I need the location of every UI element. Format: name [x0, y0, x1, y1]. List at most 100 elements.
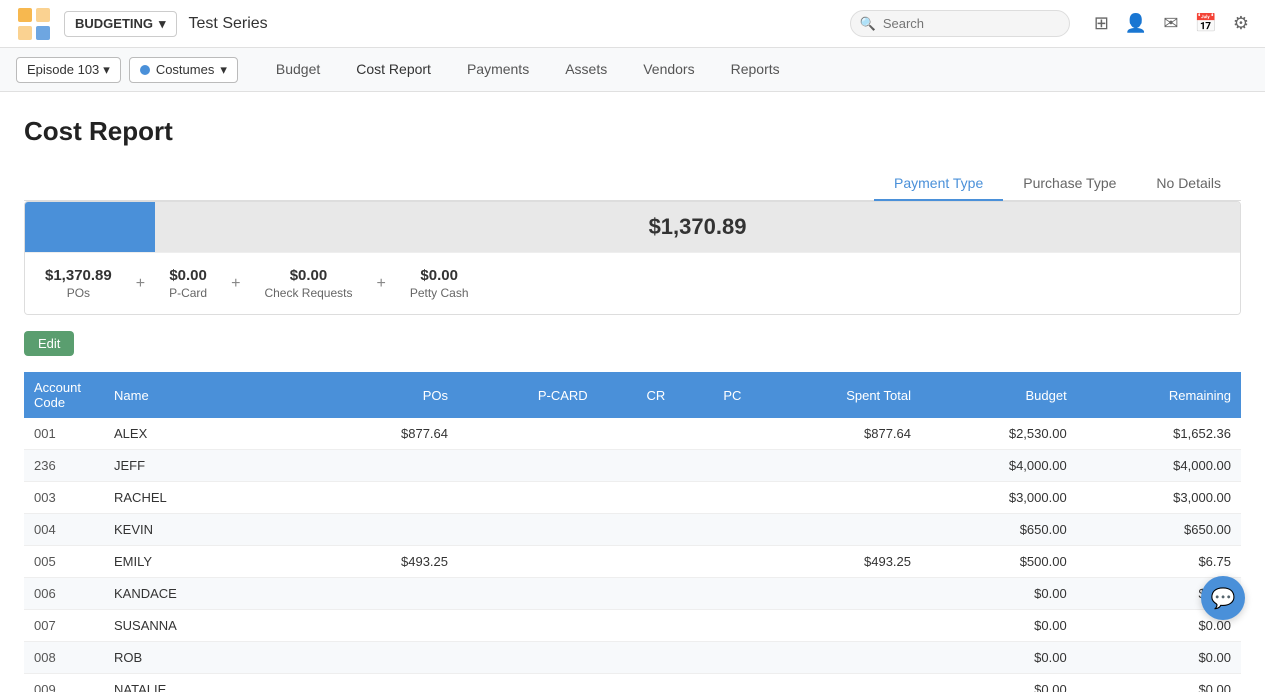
cell-budget: $650.00 — [921, 514, 1077, 546]
cell-spent — [751, 482, 921, 514]
table-header-row: Account Code Name POs P-CARD CR PC Spent… — [24, 372, 1241, 418]
summary-total: $1,370.89 — [155, 202, 1240, 252]
cell-spent: $493.25 — [751, 546, 921, 578]
table-row[interactable]: 003 RACHEL $3,000.00 $3,000.00 — [24, 482, 1241, 514]
cell-budget: $0.00 — [921, 578, 1077, 610]
calendar-icon[interactable]: 📅 — [1194, 13, 1216, 34]
nav-link-budget[interactable]: Budget — [258, 48, 338, 92]
cell-pcard — [458, 674, 598, 692]
nav-link-vendors[interactable]: Vendors — [625, 48, 712, 92]
cell-code: 003 — [24, 482, 104, 514]
table-row[interactable]: 008 ROB $0.00 $0.00 — [24, 642, 1241, 674]
cell-code: 009 — [24, 674, 104, 692]
summary-pos-amount: $1,370.89 — [45, 267, 112, 284]
user-icon[interactable]: 👤 — [1125, 13, 1147, 34]
settings-icon[interactable]: ⚙ — [1233, 13, 1249, 34]
table-row[interactable]: 005 EMILY $493.25 $493.25 $500.00 $6.75 — [24, 546, 1241, 578]
cell-budget: $2,530.00 — [921, 418, 1077, 450]
cell-name: EMILY — [104, 546, 324, 578]
table-row[interactable]: 004 KEVIN $650.00 $650.00 — [24, 514, 1241, 546]
cell-pc — [675, 514, 751, 546]
plus-icon-1: + — [112, 275, 169, 293]
cell-cr — [598, 642, 676, 674]
cell-remaining: $3,000.00 — [1077, 482, 1241, 514]
cell-pcard — [458, 578, 598, 610]
cell-name: ROB — [104, 642, 324, 674]
cell-pos — [324, 482, 458, 514]
department-selector[interactable]: Costumes ▾ — [129, 57, 238, 83]
cell-name: JEFF — [104, 450, 324, 482]
summary-pos: $1,370.89 POs — [45, 267, 112, 300]
nav-link-payments[interactable]: Payments — [449, 48, 547, 92]
cell-budget: $3,000.00 — [921, 482, 1077, 514]
nav-link-cost-report[interactable]: Cost Report — [338, 48, 449, 92]
episode-selector[interactable]: Episode 103 ▾ — [16, 57, 121, 83]
cell-pos — [324, 674, 458, 692]
table-container[interactable]: Account Code Name POs P-CARD CR PC Spent… — [24, 372, 1241, 692]
tab-payment-type[interactable]: Payment Type — [874, 167, 1003, 201]
cell-pos — [324, 642, 458, 674]
app-logo[interactable] — [16, 6, 52, 42]
dept-chevron-icon: ▾ — [220, 62, 227, 78]
summary-pos-label: POs — [45, 286, 112, 300]
cell-budget: $4,000.00 — [921, 450, 1077, 482]
summary-pcard-label: P-Card — [169, 286, 207, 300]
nav-link-assets[interactable]: Assets — [547, 48, 625, 92]
chat-bubble[interactable]: 💬 — [1201, 576, 1245, 620]
cell-pc — [675, 578, 751, 610]
cell-pos: $877.64 — [324, 418, 458, 450]
cell-cr — [598, 482, 676, 514]
cell-budget: $500.00 — [921, 546, 1077, 578]
mail-icon[interactable]: ✉ — [1163, 13, 1178, 34]
col-spent-total: Spent Total — [751, 372, 921, 418]
chat-icon: 💬 — [1211, 586, 1236, 611]
cell-code: 236 — [24, 450, 104, 482]
tab-no-details[interactable]: No Details — [1136, 167, 1241, 201]
cell-pc — [675, 610, 751, 642]
cell-cr — [598, 610, 676, 642]
chevron-down-icon: ▾ — [159, 16, 166, 32]
cell-pos — [324, 514, 458, 546]
cell-spent — [751, 450, 921, 482]
episode-chevron-icon: ▾ — [103, 62, 110, 78]
table-row[interactable]: 001 ALEX $877.64 $877.64 $2,530.00 $1,65… — [24, 418, 1241, 450]
cell-pos: $493.25 — [324, 546, 458, 578]
table-row[interactable]: 006 KANDACE $0.00 $0.00 — [24, 578, 1241, 610]
cell-pos — [324, 610, 458, 642]
cell-cr — [598, 578, 676, 610]
cell-remaining: $6.75 — [1077, 546, 1241, 578]
cell-pcard — [458, 610, 598, 642]
cell-spent — [751, 610, 921, 642]
nav-link-reports[interactable]: Reports — [713, 48, 798, 92]
table-row[interactable]: 009 NATALIE $0.00 $0.00 — [24, 674, 1241, 692]
cell-pcard — [458, 642, 598, 674]
summary-cr-amount: $0.00 — [264, 267, 352, 284]
cell-spent: $877.64 — [751, 418, 921, 450]
cell-remaining: $0.00 — [1077, 642, 1241, 674]
col-name: Name — [104, 372, 324, 418]
summary-check-requests: $0.00 Check Requests — [264, 267, 352, 300]
module-selector[interactable]: BUDGETING ▾ — [64, 11, 177, 37]
tab-purchase-type[interactable]: Purchase Type — [1003, 167, 1136, 201]
summary-section: $1,370.89 $1,370.89 POs + $0.00 P-Card +… — [24, 201, 1241, 315]
col-cr: CR — [598, 372, 676, 418]
cell-remaining: $650.00 — [1077, 514, 1241, 546]
summary-pcard: $0.00 P-Card — [169, 267, 207, 300]
table-row[interactable]: 236 JEFF $4,000.00 $4,000.00 — [24, 450, 1241, 482]
col-pc: PC — [675, 372, 751, 418]
cell-cr — [598, 674, 676, 692]
grid-icon[interactable]: ⊞ — [1094, 13, 1109, 34]
cell-code: 004 — [24, 514, 104, 546]
summary-petty-cash: $0.00 Petty Cash — [410, 267, 469, 300]
cell-remaining: $1,652.36 — [1077, 418, 1241, 450]
cell-budget: $0.00 — [921, 674, 1077, 692]
table-row[interactable]: 007 SUSANNA $0.00 $0.00 — [24, 610, 1241, 642]
summary-bar: $1,370.89 — [25, 202, 1240, 252]
dept-dot-icon — [140, 65, 150, 75]
cell-pc — [675, 546, 751, 578]
cell-remaining: $4,000.00 — [1077, 450, 1241, 482]
edit-button[interactable]: Edit — [24, 331, 74, 356]
col-account-code: Account Code — [24, 372, 104, 418]
summary-cr-label: Check Requests — [264, 286, 352, 300]
search-input[interactable] — [850, 10, 1070, 37]
